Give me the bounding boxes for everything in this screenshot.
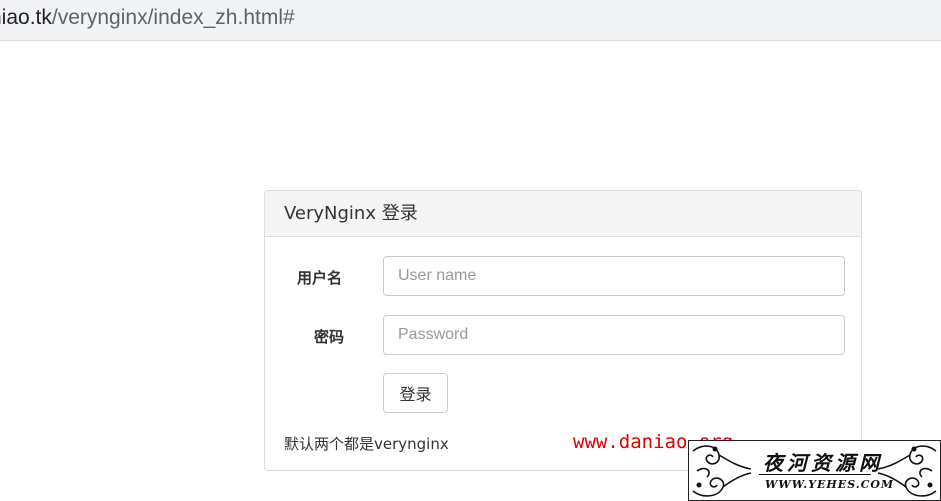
panel-title: VeryNginx 登录	[265, 191, 861, 237]
url-path: /verynginx/index_zh.html#	[51, 6, 295, 29]
swirl-ornament-icon	[692, 445, 752, 497]
watermark-domain: WWW.YEHES.COM	[765, 478, 895, 491]
url-host: niao.tk	[0, 6, 52, 29]
watermark-logo: 夜河资源网 WWW.YEHES.COM	[688, 440, 941, 501]
username-label: 用户名	[297, 269, 343, 287]
watermark-divider	[759, 474, 871, 475]
username-input[interactable]	[383, 256, 845, 296]
address-url[interactable]: niao.tk/verynginx/index_zh.html#	[0, 6, 295, 30]
address-bar[interactable]: niao.tk/verynginx/index_zh.html#	[0, 0, 941, 41]
password-input[interactable]	[383, 315, 845, 355]
login-panel: VeryNginx 登录 用户名 密码 登录 默认两个都是verynginx	[264, 190, 862, 471]
watermark-site-name: 夜河资源网	[763, 451, 883, 475]
password-label: 密码	[314, 328, 345, 346]
default-credentials-hint: 默认两个都是verynginx	[284, 435, 449, 453]
login-button[interactable]: 登录	[383, 373, 448, 413]
swirl-ornament-icon	[877, 445, 937, 497]
